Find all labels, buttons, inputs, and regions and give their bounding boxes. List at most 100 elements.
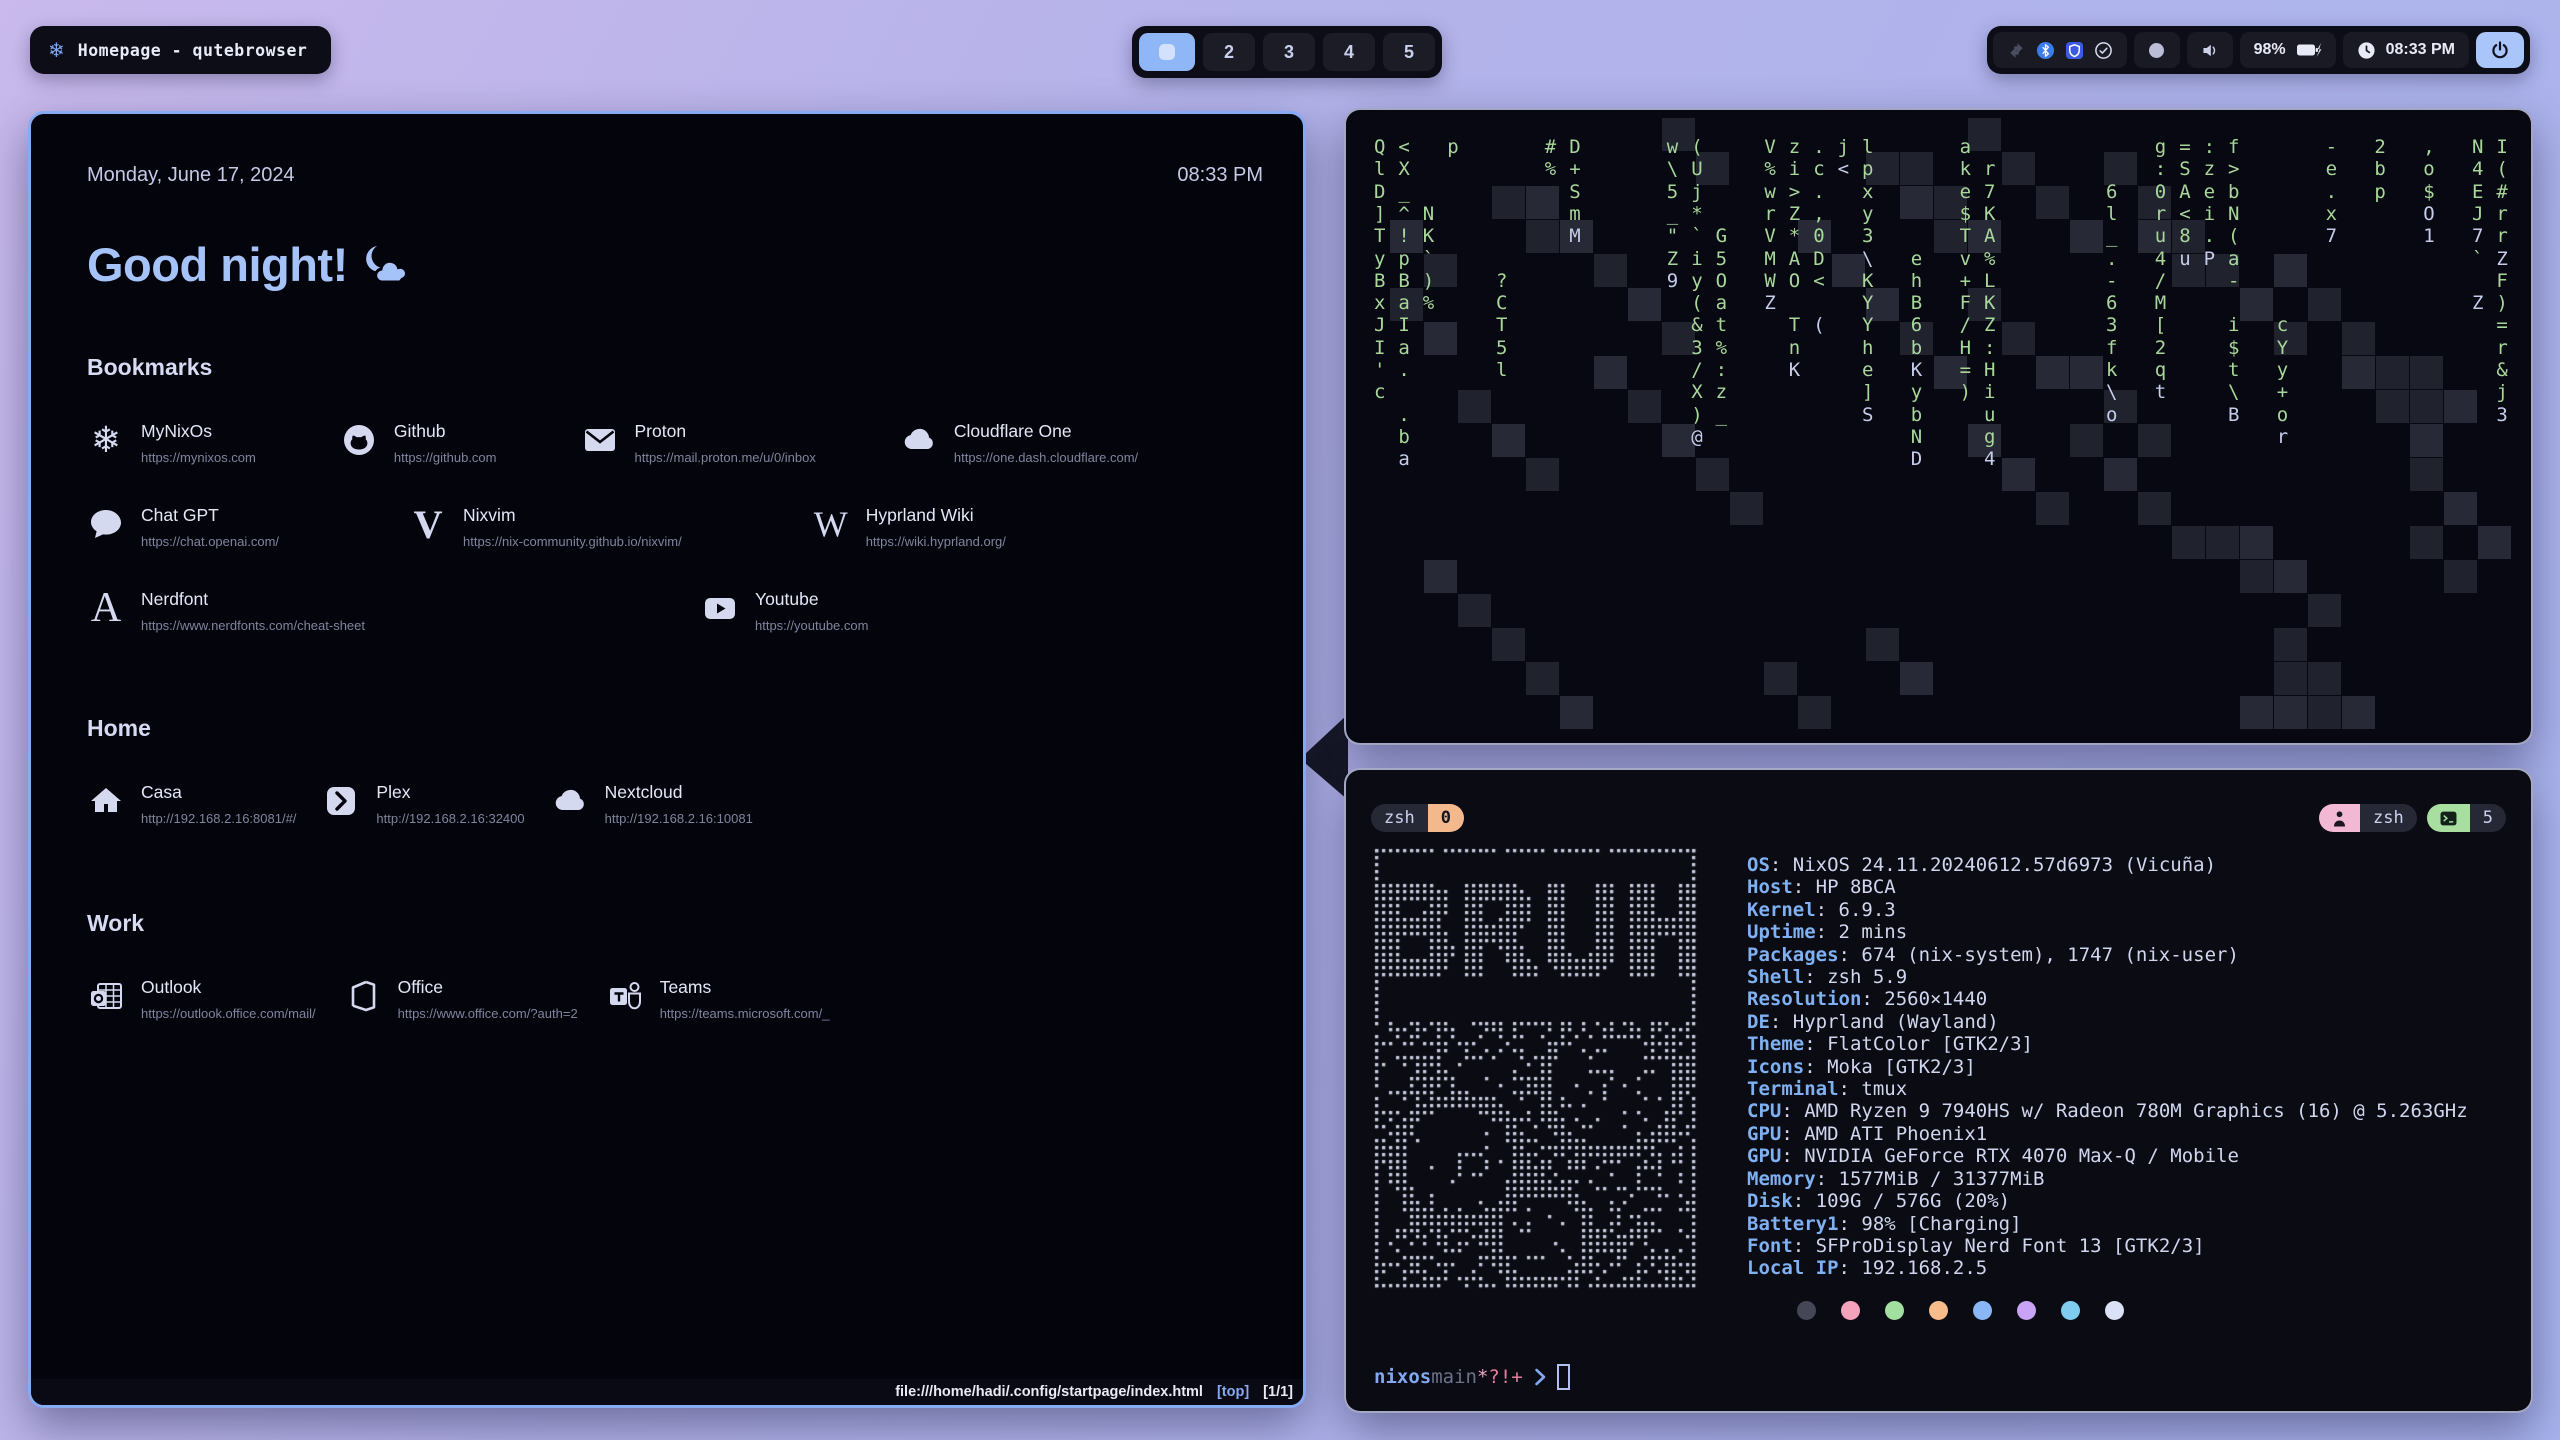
bookmark-link-casa[interactable]: Casahttp://192.168.2.16:8081/#/: [87, 782, 296, 826]
bookmark-link-nixvim[interactable]: VNixvimhttps://nix-community.github.io/n…: [409, 505, 682, 549]
clock-icon: [2357, 41, 2376, 60]
matrix-char: ?: [1496, 270, 1507, 292]
matrix-char: S: [1569, 181, 1580, 203]
bookmark-link-outlook[interactable]: Outlookhttps://outlook.office.com/mail/: [87, 977, 316, 1021]
matrix-char: h: [1862, 337, 1873, 359]
matrix-char: K: [1423, 225, 1434, 247]
matrix-char: y: [1691, 270, 1702, 292]
fetch-label: Local IP: [1747, 1257, 1839, 1279]
fastfetch-terminal-window[interactable]: zsh0 zsh5 OS: NixOS 24.11.20240612.57d69…: [1344, 768, 2533, 1413]
volume-pill[interactable]: [2187, 32, 2233, 68]
bookmark-name: Chat GPT: [141, 505, 279, 526]
shield-icon[interactable]: [2065, 41, 2084, 60]
bluetooth-icon[interactable]: [2036, 41, 2055, 60]
matrix-char: M: [1764, 248, 1775, 270]
clock-time: 08:33 PM: [2386, 41, 2455, 59]
matrix-char: [: [2155, 314, 2166, 336]
bookmark-link-cloudflare-one[interactable]: Cloudflare Onehttps://one.dash.cloudflar…: [900, 421, 1138, 465]
fetch-label: Font: [1747, 1235, 1793, 1257]
matrix-char: 5: [1716, 248, 1727, 270]
bookmark-url: https://www.nerdfonts.com/cheat-sheet: [141, 618, 365, 633]
bookmark-link-github[interactable]: Githubhttps://github.com: [340, 421, 497, 465]
bg-block-icon: [1492, 628, 1525, 661]
matrix-char: 3: [1862, 225, 1873, 247]
matrix-char: O: [2423, 203, 2434, 225]
fetch-info-line: Icons: Moka [GTK2/3]: [1747, 1056, 2468, 1078]
bg-block-icon: [2274, 662, 2307, 695]
battery-pill[interactable]: 98%: [2240, 32, 2336, 68]
workspace-active-dot-icon: [1159, 44, 1175, 60]
matrix-char: #: [2496, 181, 2507, 203]
record-dot-pill[interactable]: [2134, 32, 2180, 68]
matrix-char: N: [1423, 203, 1434, 225]
workspace-button[interactable]: 4: [1323, 33, 1375, 71]
matrix-char: >: [1789, 181, 1800, 203]
bookmark-link-plex[interactable]: Plexhttp://192.168.2.16:32400: [322, 782, 524, 826]
matrix-char: I: [1374, 337, 1385, 359]
matrix-char: K: [1789, 359, 1800, 381]
section-home: HomeCasahttp://192.168.2.16:8081/#/Plexh…: [87, 715, 1263, 826]
bookmark-link-mynixos[interactable]: ❄MyNixOshttps://mynixos.com: [87, 421, 256, 465]
bookmark-url: https://github.com: [394, 450, 497, 465]
bookmark-link-teams[interactable]: Teamshttps://teams.microsoft.com/_: [606, 977, 830, 1021]
bookmark-url: https://one.dash.cloudflare.com/: [954, 450, 1138, 465]
workspace-button[interactable]: 2: [1203, 33, 1255, 71]
bookmark-link-youtube[interactable]: Youtubehttps://youtube.com: [701, 589, 868, 633]
bookmark-link-hyprland-wiki[interactable]: WHyprland Wikihttps://wiki.hyprland.org/: [812, 505, 1006, 549]
fetch-value: : tmux: [1839, 1078, 1908, 1100]
bookmark-text: Chat GPThttps://chat.openai.com/: [141, 505, 279, 549]
chat-icon: [87, 505, 125, 543]
bookmark-url: https://teams.microsoft.com/_: [660, 1006, 830, 1021]
bg-block-icon: [2444, 390, 2477, 423]
terminal-icon: [2427, 804, 2470, 832]
matrix-char: Z: [2496, 248, 2507, 270]
matrix-char: &: [2496, 359, 2507, 381]
matrix-char: <: [1813, 270, 1824, 292]
tray-icons-pill[interactable]: [1993, 32, 2127, 68]
prompt-git-flags: ?!+: [1488, 1366, 1522, 1388]
workspace-button-active[interactable]: [1139, 33, 1195, 71]
bookmark-link-nextcloud[interactable]: Nextcloudhttp://192.168.2.16:10081: [551, 782, 753, 826]
matrix-char: y: [1374, 248, 1385, 270]
matrix-char: +: [1960, 270, 1971, 292]
bookmark-link-office[interactable]: Officehttps://www.office.com/?auth=2: [344, 977, 578, 1021]
matrix-char: l: [1374, 158, 1385, 180]
matrix-char: l: [2106, 203, 2117, 225]
matrix-char: ): [1960, 381, 1971, 403]
cmatrix-terminal-window[interactable]: QlD]TyBxJI'c<X_^!pBaIa..baNK`)%p?CT5l#%D…: [1344, 108, 2533, 745]
workspace-button[interactable]: 5: [1383, 33, 1435, 71]
workspace-button[interactable]: 3: [1263, 33, 1315, 71]
bookmark-url: https://mynixos.com: [141, 450, 256, 465]
bg-block-icon: [2376, 356, 2409, 389]
bookmark-link-proton[interactable]: Protonhttps://mail.proton.me/u/0/inbox: [581, 421, 816, 465]
check-circle-icon[interactable]: [2094, 41, 2113, 60]
transfer-arrows-icon[interactable]: [2007, 41, 2026, 60]
matrix-char: Q: [1374, 136, 1385, 158]
bg-block-icon: [2274, 628, 2307, 661]
bg-block-icon: [1594, 356, 1627, 389]
matrix-char: 3: [1691, 337, 1702, 359]
shell-prompt[interactable]: nixos main * ?!+: [1374, 1364, 1570, 1390]
bg-block-icon: [1458, 594, 1491, 627]
matrix-char: 9: [1667, 270, 1678, 292]
matrix-char: v: [1960, 248, 1971, 270]
matrix-char: i: [1789, 158, 1800, 180]
matrix-char: *: [1691, 203, 1702, 225]
terminal-color-dot: [2105, 1301, 2124, 1320]
bookmark-name: Nerdfont: [141, 589, 365, 610]
matrix-char: r: [2277, 426, 2288, 448]
bg-block-icon: [2240, 288, 2273, 321]
matrix-char: _: [1398, 181, 1409, 203]
clock-pill[interactable]: 08:33 PM: [2343, 32, 2469, 68]
matrix-char: C: [1496, 292, 1507, 314]
matrix-char: .: [2204, 225, 2215, 247]
matrix-char: :: [2204, 136, 2215, 158]
bg-block-icon: [1628, 390, 1661, 423]
bookmark-link-nerdfont[interactable]: ANerdfonthttps://www.nerdfonts.com/cheat…: [87, 589, 365, 633]
power-button[interactable]: [2476, 32, 2524, 68]
bookmark-text: Cloudflare Onehttps://one.dash.cloudflar…: [954, 421, 1138, 465]
bookmark-link-chat-gpt[interactable]: Chat GPThttps://chat.openai.com/: [87, 505, 279, 549]
bg-block-icon: [2240, 526, 2273, 559]
matrix-char: %: [1716, 337, 1727, 359]
fetch-label: Resolution: [1747, 988, 1861, 1010]
